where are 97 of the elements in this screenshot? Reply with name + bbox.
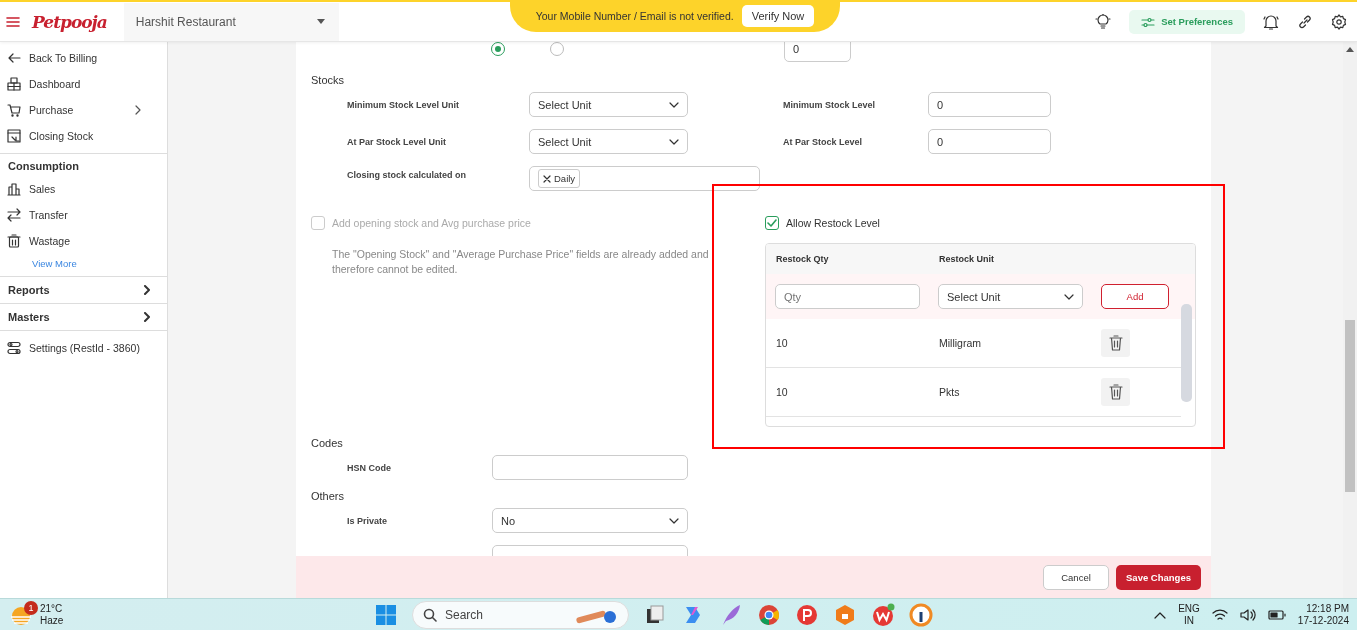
save-button[interactable]: Save Changes: [1116, 564, 1201, 590]
trash-icon: [7, 234, 21, 248]
chevron-right-icon: [134, 105, 142, 115]
select-field[interactable]: No: [492, 508, 688, 533]
chevron-up-icon: [1154, 610, 1167, 619]
language[interactable]: ENG: [1178, 602, 1200, 615]
group-label: Masters: [8, 311, 50, 323]
section-title: Others: [311, 489, 345, 504]
cart-icon: [7, 103, 21, 117]
region[interactable]: IN: [1178, 614, 1200, 627]
settings-icon: [7, 341, 21, 355]
group-label: Reports: [8, 284, 50, 296]
chevron-right-icon: [143, 312, 151, 322]
logo[interactable]: Petpooja: [32, 11, 107, 32]
stock-board-icon: [7, 129, 21, 143]
notification-badge: 1: [24, 600, 38, 615]
bell-icon: [1263, 13, 1279, 30]
wifi-icon: [1211, 607, 1228, 622]
chevron-down-icon: [669, 517, 679, 524]
input-field[interactable]: 0: [928, 92, 1051, 117]
chevron-down-icon: [669, 101, 679, 108]
table-cell-text: 10: [776, 386, 789, 398]
sidebar-item[interactable]: Back To Billing: [0, 45, 167, 71]
table-cell-text: 10: [776, 337, 789, 349]
chevron-down-icon: [669, 138, 679, 145]
boxes-icon: [7, 77, 21, 91]
clock-date: 17-12-2024: [1297, 614, 1349, 627]
windows-start-icon[interactable]: [374, 602, 398, 627]
column-header: Restock Unit: [939, 254, 995, 264]
sidebar-item[interactable]: Sales: [0, 176, 167, 202]
chevron-right-icon: [143, 285, 151, 295]
view-more-link[interactable]: View More: [0, 254, 77, 277]
bar-chart-icon: [7, 182, 21, 196]
field-label: Minimum Stock Level: [783, 99, 877, 110]
info-note: The "Opening Stock" and "Average Purchase Price" fields are already added and therefore cannot be edited.: [332, 247, 710, 277]
table-cell-text: Milligram: [939, 337, 982, 349]
cancel-button[interactable]: Cancel: [1043, 564, 1109, 590]
field-label: HSN Code: [347, 462, 392, 473]
banner-message: Your Mobile Number / Email is not verified.: [535, 10, 734, 22]
restaurant-selector[interactable]: Harshit Restaurant: [123, 2, 339, 41]
select-field[interactable]: Select Unit: [529, 129, 688, 154]
input-field[interactable]: 0: [784, 42, 851, 62]
settings-icon: [1331, 13, 1347, 30]
menu-icon: [6, 15, 20, 28]
clock-time: 12:18 PM: [1305, 602, 1349, 615]
table-cell-text: Pkts: [939, 386, 961, 398]
temperature: 21°C: [40, 602, 64, 615]
field-label: At Par Stock Level: [783, 136, 864, 147]
trash-icon: [1108, 335, 1123, 351]
sidebar-group[interactable]: Masters: [0, 303, 167, 331]
qty-field[interactable]: Qty: [775, 284, 920, 309]
section-heading: Consumption: [0, 153, 167, 176]
back-arrow-icon: [7, 51, 21, 65]
transfer-icon: [7, 208, 21, 222]
add-button[interactable]: Add: [1101, 284, 1169, 309]
tag-chip[interactable]: Daily: [538, 169, 581, 188]
delete-button[interactable]: [1101, 378, 1130, 406]
weather-condition: Haze: [40, 614, 64, 627]
sliders-icon: [1141, 16, 1156, 27]
speaker-icon: [1239, 607, 1256, 622]
scrollbar[interactable]: [1343, 42, 1357, 598]
tag-field[interactable]: Daily: [529, 166, 760, 191]
chevron-down-icon: [1064, 293, 1074, 300]
trash-icon: [1108, 384, 1123, 400]
checkbox-label: Add opening stock and Avg purchase price: [332, 217, 531, 229]
section-title: Stocks: [311, 73, 345, 88]
lightbulb-icon: [1095, 13, 1112, 30]
close-icon: [543, 174, 551, 183]
sidebar-item[interactable]: Dashboard: [0, 71, 167, 97]
scrollbar-thumb[interactable]: [1181, 304, 1192, 402]
field-label: Closing stock calculated on: [347, 169, 468, 180]
sidebar-item[interactable]: Transfer: [0, 202, 167, 228]
field-label: At Par Stock Level Unit: [347, 136, 448, 147]
sidebar-item[interactable]: Purchase: [0, 97, 167, 123]
input-field[interactable]: [492, 455, 688, 480]
sidebar-item[interactable]: Wastage: [0, 228, 167, 254]
select-field[interactable]: Select Unit: [529, 92, 688, 117]
checkbox[interactable]: [765, 216, 779, 230]
link-icon: [1297, 13, 1313, 30]
sidebar-item[interactable]: Settings (RestId - 3860): [0, 335, 167, 361]
sidebar-item[interactable]: Closing Stock: [0, 123, 167, 149]
column-header: Restock Qty: [776, 254, 830, 264]
field-label: Is Private: [347, 515, 389, 526]
search-field[interactable]: Search: [412, 600, 629, 629]
field-label: Minimum Stock Level Unit: [347, 99, 461, 110]
select-field[interactable]: Select Unit: [938, 284, 1083, 309]
checkbox-label: Allow Restock Level: [786, 217, 880, 229]
search-icon: [423, 607, 437, 622]
battery-icon: [1267, 608, 1286, 621]
section-title: Codes: [311, 436, 344, 451]
sidebar-group[interactable]: Reports: [0, 276, 167, 304]
delete-button[interactable]: [1101, 329, 1130, 357]
input-field[interactable]: 0: [928, 129, 1051, 154]
verify-button[interactable]: Verify Now: [741, 5, 815, 27]
app-icon[interactable]: [795, 602, 819, 627]
check-icon: [767, 218, 777, 228]
caret-icon: [316, 19, 325, 24]
